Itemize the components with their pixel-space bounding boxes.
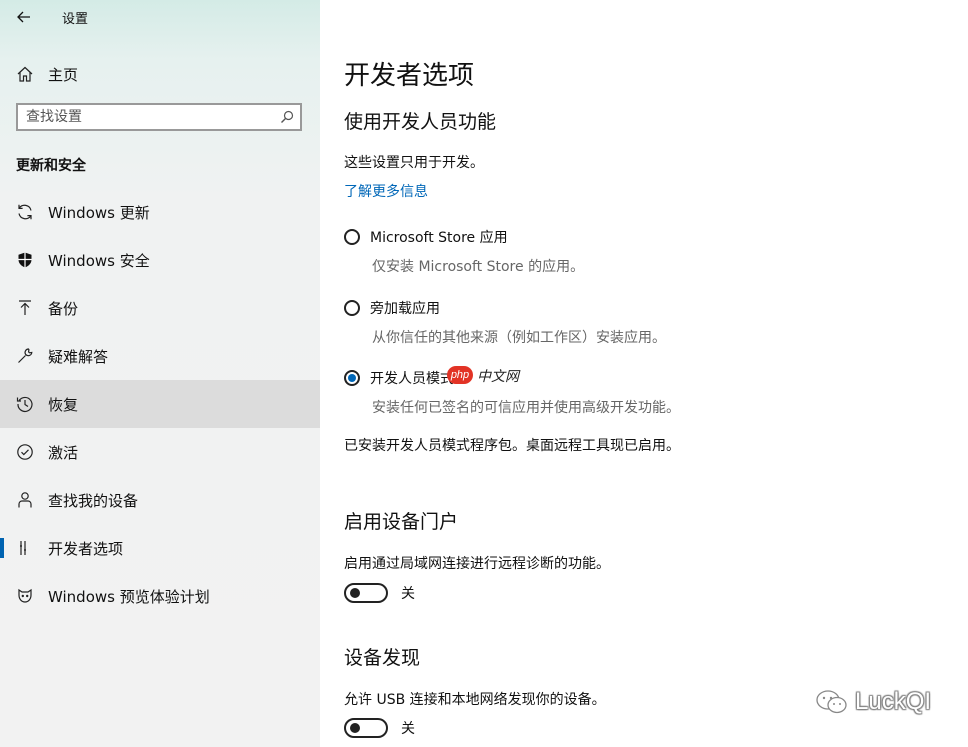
person-icon bbox=[15, 490, 35, 510]
toggle-state-label: 关 bbox=[401, 721, 415, 737]
sidebar-item-windows-insider[interactable]: Windows 预览体验计划 bbox=[0, 572, 320, 620]
radio-description: 从你信任的其他来源（例如工作区）安装应用。 bbox=[372, 330, 666, 346]
page-title: 开发者选项 bbox=[344, 61, 475, 91]
nav-list: Windows 更新 Windows 安全 备份 疑难解答 恢复 激活 查找我的… bbox=[0, 188, 320, 620]
toggle-switch[interactable] bbox=[344, 718, 388, 738]
wrench-icon bbox=[15, 346, 35, 366]
back-button[interactable] bbox=[10, 4, 38, 30]
sidebar-item-label: 疑难解答 bbox=[48, 347, 109, 366]
developer-icon bbox=[15, 538, 35, 558]
wechat-icon bbox=[816, 690, 847, 714]
device-discovery-toggle[interactable]: 关 bbox=[344, 718, 415, 738]
radio-label: 旁加载应用 bbox=[370, 301, 440, 317]
sidebar-item-recovery[interactable]: 恢复 bbox=[0, 380, 320, 428]
sidebar-item-label: 开发者选项 bbox=[48, 539, 124, 558]
search-box[interactable] bbox=[16, 103, 302, 131]
toggle-knob bbox=[350, 723, 360, 733]
toggle-state-label: 关 bbox=[401, 586, 415, 602]
sidebar: 设置 主页 更新和安全 Windows 更新 Windows 安全 bbox=[0, 0, 320, 747]
luckqi-text: LuckQI bbox=[855, 688, 932, 715]
luckqi-watermark: LuckQI bbox=[815, 688, 931, 716]
home-icon bbox=[15, 64, 35, 84]
check-circle-icon bbox=[15, 442, 35, 462]
app-title: 设置 bbox=[62, 12, 89, 27]
sidebar-item-activation[interactable]: 激活 bbox=[0, 428, 320, 476]
sidebar-item-label: Windows 安全 bbox=[48, 251, 150, 270]
back-arrow-icon bbox=[17, 11, 30, 23]
insider-icon bbox=[15, 586, 35, 606]
title-bar: 设置 bbox=[0, 0, 320, 34]
sidebar-item-find-my-device[interactable]: 查找我的设备 bbox=[0, 476, 320, 524]
search-icon[interactable] bbox=[276, 106, 298, 128]
history-icon bbox=[15, 394, 35, 414]
php-watermark-text: 中文网 bbox=[477, 369, 519, 385]
developer-features-heading: 使用开发人员功能 bbox=[344, 111, 497, 133]
sidebar-item-troubleshoot[interactable]: 疑难解答 bbox=[0, 332, 320, 380]
home-label: 主页 bbox=[48, 65, 79, 84]
device-portal-heading: 启用设备门户 bbox=[344, 511, 459, 533]
device-portal-toggle[interactable]: 关 bbox=[344, 583, 415, 603]
radio-button-selected[interactable] bbox=[344, 370, 360, 386]
device-discovery-heading: 设备发现 bbox=[344, 647, 421, 669]
sidebar-item-label: Windows 更新 bbox=[48, 203, 150, 222]
section-heading: 更新和安全 bbox=[16, 158, 86, 174]
learn-more-link[interactable]: 了解更多信息 bbox=[344, 181, 428, 201]
backup-arrow-icon bbox=[15, 298, 35, 318]
radio-developer-mode[interactable]: 开发人员模式 bbox=[344, 368, 454, 388]
sidebar-item-label: 备份 bbox=[48, 299, 79, 318]
main-content: 开发者选项 使用开发人员功能 这些设置只用于开发。 了解更多信息 Microso… bbox=[320, 0, 968, 747]
sidebar-item-label: 恢复 bbox=[48, 395, 79, 414]
radio-button[interactable] bbox=[344, 300, 360, 316]
radio-label: 开发人员模式 bbox=[370, 371, 454, 387]
developer-features-description: 这些设置只用于开发。 bbox=[344, 155, 484, 171]
radio-dot bbox=[348, 374, 356, 382]
radio-description: 仅安装 Microsoft Store 的应用。 bbox=[372, 259, 585, 275]
sidebar-item-label: Windows 预览体验计划 bbox=[48, 587, 210, 606]
radio-label: Microsoft Store 应用 bbox=[370, 230, 508, 246]
sidebar-item-label: 激活 bbox=[48, 443, 79, 462]
shield-icon bbox=[15, 250, 35, 270]
sync-icon bbox=[15, 202, 35, 222]
sidebar-item-label: 查找我的设备 bbox=[48, 491, 139, 510]
toggle-knob bbox=[350, 588, 360, 598]
sidebar-item-windows-update[interactable]: Windows 更新 bbox=[0, 188, 320, 236]
php-watermark-badge: php bbox=[447, 366, 473, 384]
sidebar-item-developer-options[interactable]: 开发者选项 bbox=[0, 524, 320, 572]
radio-button[interactable] bbox=[344, 229, 360, 245]
radio-description: 安装任何已签名的可信应用并使用高级开发功能。 bbox=[372, 400, 680, 416]
radio-sideload-apps[interactable]: 旁加载应用 bbox=[344, 298, 440, 318]
search-input[interactable] bbox=[18, 106, 276, 128]
sidebar-item-backup[interactable]: 备份 bbox=[0, 284, 320, 332]
sidebar-item-home[interactable]: 主页 bbox=[0, 58, 320, 90]
selection-indicator bbox=[0, 538, 4, 558]
device-discovery-description: 允许 USB 连接和本地网络发现你的设备。 bbox=[344, 692, 606, 708]
toggle-switch[interactable] bbox=[344, 583, 388, 603]
sidebar-item-windows-security[interactable]: Windows 安全 bbox=[0, 236, 320, 284]
status-message: 已安装开发人员模式程序包。桌面远程工具现已启用。 bbox=[344, 438, 680, 454]
radio-microsoft-store[interactable]: Microsoft Store 应用 bbox=[344, 227, 508, 247]
device-portal-description: 启用通过局域网连接进行远程诊断的功能。 bbox=[344, 556, 610, 572]
